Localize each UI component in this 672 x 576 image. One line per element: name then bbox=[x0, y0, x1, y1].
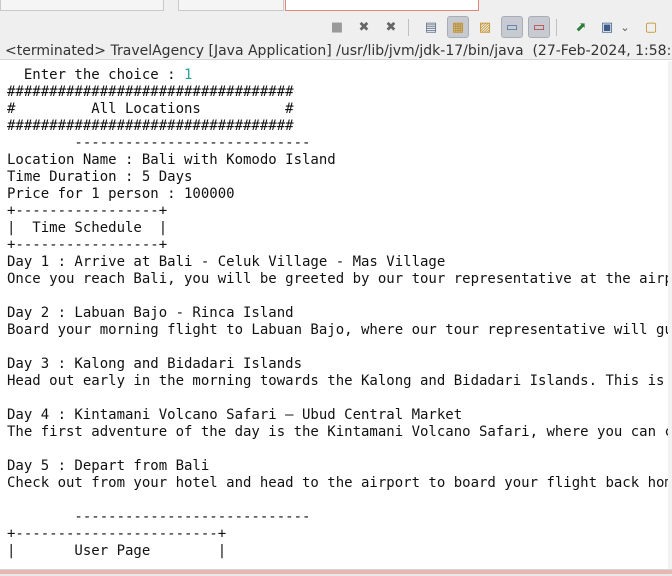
console-line: Day 2 : Labuan Bajo - Rinca Island bbox=[7, 305, 294, 321]
editor-tab-1[interactable] bbox=[0, 0, 164, 11]
console-line: | User Page | bbox=[7, 543, 227, 559]
console-line: Day 5 : Depart from Bali bbox=[7, 458, 210, 474]
console-toolbar: ■ ✖ ✖ ▤ ▦ ▨ ▭ ▭ ⬈ ▣ ⌄ ▢ bbox=[0, 12, 672, 42]
console-line: Location Name : Bali with Komodo Island bbox=[7, 152, 336, 168]
scroll-lock-icon[interactable]: ▦ bbox=[447, 16, 469, 38]
word-wrap-icon[interactable]: ▨ bbox=[474, 16, 496, 38]
console-output[interactable]: Enter the choice : 1 ###################… bbox=[0, 61, 668, 569]
console-line: Day 1 : Arrive at Bali - Celuk Village -… bbox=[7, 254, 446, 270]
toolbar-separator bbox=[408, 19, 409, 36]
console-line: ################################## bbox=[7, 118, 294, 134]
clear-console-icon[interactable]: ▤ bbox=[420, 16, 442, 38]
console-line: ---------------------------- bbox=[7, 509, 311, 525]
console-line: Once you reach Bali, you will be greeted… bbox=[7, 271, 668, 287]
horizontal-scrollbar-thumb[interactable] bbox=[0, 570, 672, 574]
console-line: Check out from your hotel and head to th… bbox=[7, 475, 668, 491]
console-line: Head out early in the morning towards th… bbox=[7, 373, 668, 389]
console-header: <terminated> TravelAgency [Java Applicat… bbox=[0, 42, 672, 60]
console-line: Day 4 : Kintamani Volcano Safari – Ubud … bbox=[7, 407, 463, 423]
console-line: Time Duration : 5 Days bbox=[7, 169, 193, 185]
console-line: # All Locations # bbox=[7, 101, 294, 117]
console-line: The first adventure of the day is the Ki… bbox=[7, 424, 668, 440]
prompt-text: Enter the choice : bbox=[7, 67, 185, 83]
console-line: +-----------------+ bbox=[7, 203, 168, 219]
display-console-icon[interactable]: ▣ bbox=[596, 16, 618, 38]
vertical-scrollbar[interactable] bbox=[668, 61, 672, 569]
console-line: +------------------------+ bbox=[7, 526, 227, 542]
toolbar-separator bbox=[556, 19, 557, 36]
editor-tab-2[interactable] bbox=[178, 0, 284, 11]
pin-console-icon[interactable]: ⬈ bbox=[570, 16, 592, 38]
show-stderr-icon[interactable]: ▭ bbox=[528, 16, 550, 38]
console-prompt-line: Enter the choice : 1 bbox=[7, 67, 193, 84]
chevron-down-icon[interactable]: ⌄ bbox=[618, 16, 632, 38]
show-stdout-icon[interactable]: ▭ bbox=[501, 16, 523, 38]
console-line: | Time Schedule | bbox=[7, 220, 168, 236]
console-line: ---------------------------- bbox=[7, 135, 311, 151]
console-line: Price for 1 person : 100000 bbox=[7, 186, 235, 202]
remove-all-terminated-icon[interactable]: ✖ bbox=[380, 16, 402, 38]
remove-launch-icon[interactable]: ✖ bbox=[353, 16, 375, 38]
console-line: +-----------------+ bbox=[7, 237, 168, 253]
console-line: Board your morning flight to Labuan Bajo… bbox=[7, 322, 668, 338]
console-line: Day 3 : Kalong and Bidadari Islands bbox=[7, 356, 303, 372]
console-tab[interactable] bbox=[285, 0, 479, 11]
user-input-text: 1 bbox=[184, 67, 193, 83]
new-console-icon[interactable]: ▢ bbox=[640, 16, 662, 38]
console-line: ################################## bbox=[7, 84, 294, 100]
terminate-icon[interactable]: ■ bbox=[326, 16, 348, 38]
